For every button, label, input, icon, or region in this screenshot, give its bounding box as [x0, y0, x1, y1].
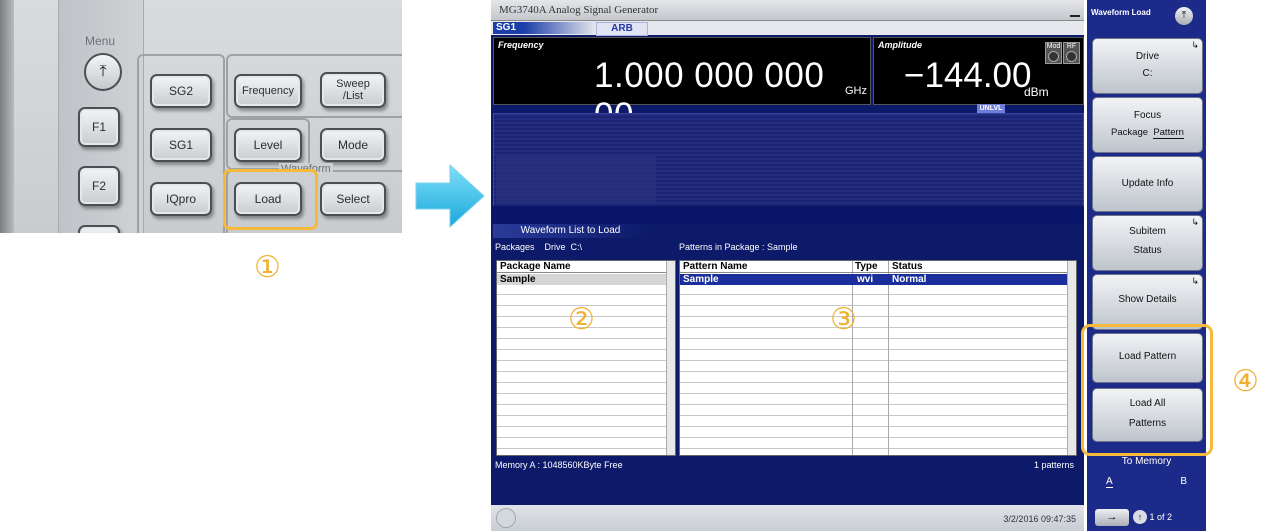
level-key[interactable]: Level — [234, 128, 302, 162]
frequency-unit: GHz — [845, 85, 867, 97]
mod-indicator: Mod — [1045, 42, 1062, 64]
step-3-marker: ③ — [830, 303, 857, 336]
title-bar: MG3740A Analog Signal Generator — [491, 0, 1084, 21]
instrument-screen: MG3740A Analog Signal Generator SG1 ARB … — [491, 0, 1084, 531]
pattern-table-header: Pattern Name Type Status — [680, 261, 1076, 273]
f3-key[interactable] — [78, 225, 120, 233]
package-table-header: Package Name — [497, 261, 675, 273]
submenu-icon: ↳ — [1191, 40, 1199, 50]
step-1-marker: ① — [254, 251, 281, 284]
right-arrow-icon — [415, 163, 485, 229]
packages-header: Packages Drive C:\ — [495, 242, 583, 252]
waveform-list-title: Waveform List to Load — [493, 224, 648, 238]
drive-softkey[interactable]: ↳ Drive C: — [1092, 38, 1203, 94]
subitem-softkey[interactable]: ↳ Subitem Status — [1092, 215, 1203, 271]
page-up-icon: ↑ — [1133, 510, 1147, 524]
rf-indicator: RF — [1063, 42, 1080, 64]
panel-edge — [0, 0, 14, 233]
sg2-key[interactable]: SG2 — [150, 74, 212, 108]
frequency-key[interactable]: Frequency — [234, 74, 302, 108]
iqpro-key[interactable]: IQpro — [150, 182, 212, 216]
package-table[interactable]: Package Name Sample — [496, 260, 676, 456]
to-memory-label: To Memory — [1121, 456, 1172, 467]
status-bar: 3/2/2016 09:47:35 — [491, 505, 1084, 531]
graph-shade — [496, 156, 656, 204]
sweep-list-key[interactable]: Sweep /List — [320, 72, 386, 108]
tab-sg1[interactable]: SG1 — [493, 22, 596, 34]
step-4-marker: ④ — [1232, 365, 1259, 398]
pattern-row-type: wvi — [857, 274, 874, 285]
waveform-graph-area — [493, 113, 1084, 207]
show-details-label: Show Details — [1118, 294, 1177, 305]
memory-status: Memory A : 1048560KByte Free — [495, 460, 623, 470]
patterns-header: Patterns in Package : Sample — [679, 242, 798, 252]
separator-band — [491, 206, 1084, 224]
amplitude-unit: dBm — [1024, 85, 1049, 99]
menu-label: Menu — [84, 34, 116, 48]
page-indicator[interactable]: ↑ 1 of 2 — [1133, 509, 1197, 526]
softkey-menu-title: Waveform Load — [1091, 8, 1151, 17]
focus-softkey[interactable]: Focus Package Pattern — [1092, 97, 1203, 153]
amplitude-label: Amplitude — [878, 40, 922, 50]
select-key[interactable]: Select — [320, 182, 386, 216]
next-page-arrow-icon[interactable]: → — [1095, 509, 1129, 526]
minimize-icon[interactable] — [1070, 3, 1080, 17]
update-info-label: Update Info — [1121, 178, 1174, 189]
subitem-value: Status — [1133, 245, 1162, 256]
step-2-marker: ② — [568, 303, 595, 336]
datetime: 3/2/2016 09:47:35 — [1003, 514, 1076, 524]
column-pattern-name: Pattern Name — [683, 261, 748, 272]
update-info-softkey[interactable]: Update Info — [1092, 156, 1203, 212]
memory-option-b: B — [1180, 476, 1187, 487]
mode-key[interactable]: Mode — [320, 128, 386, 162]
subitem-label: Subitem — [1129, 226, 1166, 237]
pattern-table[interactable]: Pattern Name Type Status Sample wvi Norm… — [679, 260, 1077, 456]
submenu-icon: ↳ — [1191, 217, 1199, 227]
unlvl-badge: UNLVL — [977, 104, 1005, 113]
focus-label: Focus — [1133, 110, 1162, 121]
column-package-name: Package Name — [500, 261, 571, 272]
page-number: 1 of 2 — [1149, 512, 1173, 522]
amplitude-value: −144.00 — [904, 56, 1032, 95]
status-circle-icon[interactable] — [496, 508, 516, 528]
load-key-highlight — [223, 169, 318, 230]
softkey-highlight — [1081, 324, 1213, 456]
focus-option-pattern: Pattern — [1153, 127, 1184, 139]
pattern-row-status: Normal — [892, 274, 927, 285]
package-row-name: Sample — [500, 274, 536, 285]
menu-up-key[interactable]: ⤒ — [84, 53, 122, 91]
pattern-count: 1 patterns — [1033, 460, 1074, 470]
memory-option-a: A — [1106, 476, 1113, 488]
table-row-selected[interactable]: Sample — [497, 274, 667, 285]
submenu-icon: ↳ — [1191, 276, 1199, 286]
front-panel-photo: Menu ⤒ F1 F2 SG2 SG1 IQpro Frequency Swe… — [0, 0, 402, 233]
pattern-row-name: Sample — [683, 274, 719, 285]
drive-label: Drive — [1135, 51, 1160, 62]
frequency-display[interactable]: Frequency 1.000 000 000 00 GHz — [493, 37, 871, 135]
frequency-label: Frequency — [498, 40, 544, 50]
softkey-up-icon[interactable]: ⤒ — [1175, 7, 1193, 25]
focus-option-package: Package — [1111, 127, 1149, 138]
pattern-scrollbar[interactable] — [1067, 261, 1076, 455]
signal-tab-row: SG1 ARB — [491, 21, 1084, 36]
tab-arb[interactable]: ARB — [596, 22, 648, 36]
up-arrow-icon: ⤒ — [99, 63, 107, 80]
window-title: MG3740A Analog Signal Generator — [499, 4, 659, 16]
f2-key[interactable]: F2 — [78, 166, 120, 206]
column-type: Type — [855, 261, 878, 272]
table-row-selected[interactable]: Sample wvi Normal — [680, 274, 1067, 285]
show-details-softkey[interactable]: ↳ Show Details — [1092, 274, 1203, 330]
f1-key[interactable]: F1 — [78, 107, 120, 147]
sg1-key[interactable]: SG1 — [150, 128, 212, 162]
column-status: Status — [892, 261, 923, 272]
drive-value: C: — [1142, 68, 1153, 79]
amplitude-display[interactable]: Amplitude Mod RF −144.00 dBm — [873, 37, 1084, 105]
package-scrollbar[interactable] — [666, 261, 675, 455]
